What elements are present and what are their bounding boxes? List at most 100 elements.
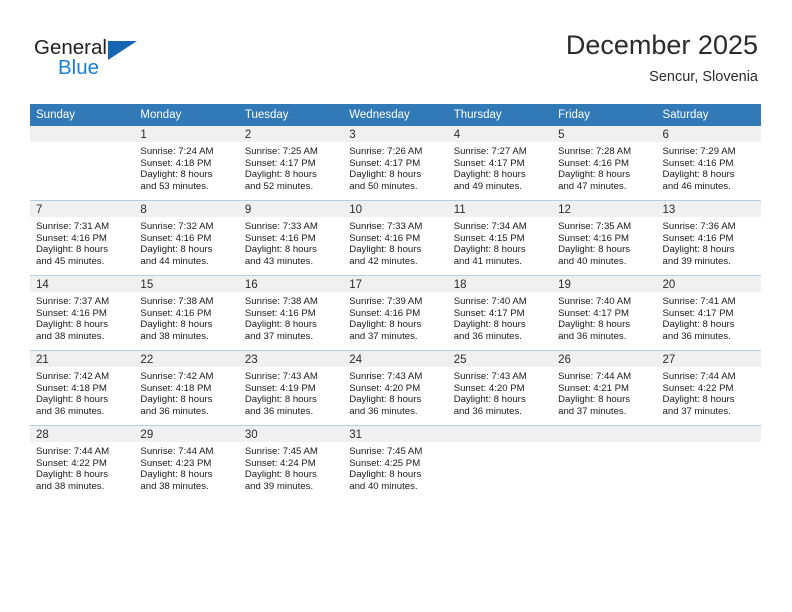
day-number	[552, 426, 657, 442]
calendar-day-cell[interactable]: 28 Sunrise: 7:44 AM Sunset: 4:22 PM Dayligh…	[30, 425, 135, 500]
sunrise-text: Sunrise: 7:34 AM	[453, 221, 527, 232]
calendar-day-cell[interactable]: 27 Sunrise: 7:44 AM Sunset: 4:22 PM Dayligh…	[656, 350, 761, 426]
calendar-day-cell[interactable]: 17 Sunrise: 7:39 AM Sunset: 4:16 PM Dayligh…	[343, 275, 448, 351]
daylight-text-line2: and 36 minutes.	[662, 330, 731, 342]
daylight-text-line2: and 50 minutes.	[349, 180, 418, 192]
sun-times: Sunrise: 7:44 AM Sunset: 4:21 PM Daylight:…	[552, 367, 656, 417]
sunrise-text: Sunrise: 7:31 AM	[36, 221, 110, 232]
sunset-text: Sunset: 4:16 PM	[244, 232, 316, 244]
calendar-table: Sunday Monday Tuesday Wednesday Thursday…	[30, 104, 761, 500]
calendar-day-cell[interactable]: 5 Sunrise: 7:28 AM Sunset: 4:16 PM Daylight…	[552, 126, 657, 201]
sun-times: Sunrise: 7:43 AM Sunset: 4:20 PM Daylight:…	[448, 367, 552, 417]
sunrise-text: Sunrise: 7:42 AM	[36, 371, 110, 382]
sunset-text: Sunset: 4:16 PM	[36, 307, 107, 319]
day-number: 16	[238, 276, 344, 292]
day-number: 12	[552, 201, 657, 217]
calendar-day-cell[interactable]: 26 Sunrise: 7:44 AM Sunset: 4:21 PM Dayligh…	[552, 350, 657, 426]
calendar-body: 1 Sunrise: 7:24 AM Sunset: 4:18 PM Daylight…	[30, 126, 761, 500]
sunrise-text: Sunrise: 7:44 AM	[36, 446, 110, 457]
calendar-day-cell[interactable]: 12 Sunrise: 7:35 AM Sunset: 4:16 PM Dayligh…	[552, 200, 657, 276]
daylight-text-line1: Daylight: 8 hours	[662, 169, 735, 181]
sun-times: Sunrise: 7:38 AM Sunset: 4:16 PM Daylight:…	[239, 292, 343, 342]
sun-times: Sunrise: 7:24 AM Sunset: 4:18 PM Daylight:…	[134, 142, 238, 192]
page-title: December 2025	[565, 30, 758, 60]
calendar-day-cell[interactable]: 23 Sunrise: 7:43 AM Sunset: 4:19 PM Dayligh…	[238, 350, 344, 426]
sunset-text: Sunset: 4:18 PM	[140, 382, 212, 394]
calendar-day-cell[interactable]: 18 Sunrise: 7:40 AM Sunset: 4:17 PM Dayligh…	[447, 275, 553, 351]
daylight-text-line2: and 36 minutes.	[349, 405, 418, 417]
sunrise-text: Sunrise: 7:33 AM	[349, 221, 423, 232]
daylight-text-line2: and 45 minutes.	[36, 255, 105, 267]
daylight-text-line2: and 46 minutes.	[662, 180, 731, 192]
day-number: 24	[343, 351, 448, 367]
calendar-day-cell[interactable]: 15 Sunrise: 7:38 AM Sunset: 4:16 PM Dayligh…	[134, 275, 239, 351]
calendar-day-cell[interactable]: 25 Sunrise: 7:43 AM Sunset: 4:20 PM Dayligh…	[447, 350, 553, 426]
daylight-text-line2: and 36 minutes.	[244, 405, 314, 417]
sunrise-text: Sunrise: 7:32 AM	[140, 221, 214, 232]
day-number: 11	[447, 201, 553, 217]
calendar-day-cell[interactable]: 14 Sunrise: 7:37 AM Sunset: 4:16 PM Dayligh…	[30, 275, 135, 351]
day-number: 26	[552, 351, 657, 367]
calendar-day-cell[interactable]: 8 Sunrise: 7:32 AM Sunset: 4:16 PM Daylight…	[134, 200, 239, 276]
calendar-day-cell[interactable]: 20 Sunrise: 7:41 AM Sunset: 4:17 PM Dayligh…	[656, 275, 761, 351]
calendar-day-cell[interactable]: 29 Sunrise: 7:44 AM Sunset: 4:23 PM Dayligh…	[134, 425, 239, 500]
general-blue-logo: General Blue	[34, 36, 214, 88]
daylight-text-line1: Daylight: 8 hours	[36, 244, 108, 256]
daylight-text-line2: and 53 minutes.	[140, 180, 209, 192]
day-number: 13	[656, 201, 761, 217]
calendar-day-cell[interactable]: 24 Sunrise: 7:43 AM Sunset: 4:20 PM Dayligh…	[343, 350, 448, 426]
sun-times: Sunrise: 7:42 AM Sunset: 4:18 PM Daylight:…	[134, 367, 238, 417]
calendar-day-cell[interactable]: 21 Sunrise: 7:42 AM Sunset: 4:18 PM Dayligh…	[30, 350, 135, 426]
daylight-text-line1: Daylight: 8 hours	[453, 244, 526, 256]
weekday-header-friday: Friday	[552, 104, 657, 126]
calendar-week-row: 21 Sunrise: 7:42 AM Sunset: 4:18 PM Dayligh…	[30, 350, 761, 426]
calendar-day-cell[interactable]: 1 Sunrise: 7:24 AM Sunset: 4:18 PM Daylight…	[134, 126, 239, 201]
sunset-text: Sunset: 4:16 PM	[140, 307, 212, 319]
day-number: 3	[343, 126, 448, 142]
daylight-text-line2: and 36 minutes.	[36, 405, 105, 417]
daylight-text-line1: Daylight: 8 hours	[662, 394, 735, 406]
sunset-text: Sunset: 4:24 PM	[244, 457, 316, 469]
calendar-day-cell[interactable]: 4 Sunrise: 7:27 AM Sunset: 4:17 PM Daylight…	[447, 126, 553, 201]
calendar-page: General Blue December 2025 Sencur, Slove…	[0, 0, 792, 612]
sunrise-text: Sunrise: 7:40 AM	[558, 296, 632, 307]
calendar-day-cell[interactable]: 2 Sunrise: 7:25 AM Sunset: 4:17 PM Daylight…	[238, 126, 344, 201]
calendar-day-cell[interactable]: 22 Sunrise: 7:42 AM Sunset: 4:18 PM Dayligh…	[134, 350, 239, 426]
sun-times: Sunrise: 7:26 AM Sunset: 4:17 PM Daylight:…	[343, 142, 447, 192]
sunrise-text: Sunrise: 7:29 AM	[662, 146, 736, 157]
calendar-day-cell[interactable]: 9 Sunrise: 7:33 AM Sunset: 4:16 PM Daylight…	[238, 200, 344, 276]
day-number	[656, 426, 761, 442]
sunset-text: Sunset: 4:20 PM	[349, 382, 421, 394]
sunrise-text: Sunrise: 7:44 AM	[558, 371, 632, 382]
calendar-day-cell[interactable]: 10 Sunrise: 7:33 AM Sunset: 4:16 PM Dayligh…	[343, 200, 448, 276]
calendar-day-cell[interactable]: 30 Sunrise: 7:45 AM Sunset: 4:24 PM Dayligh…	[238, 425, 344, 500]
calendar-day-cell[interactable]: 13 Sunrise: 7:36 AM Sunset: 4:16 PM Dayligh…	[656, 200, 761, 276]
calendar-day-cell[interactable]: 7 Sunrise: 7:31 AM Sunset: 4:16 PM Daylight…	[30, 200, 135, 276]
sun-times: Sunrise: 7:31 AM Sunset: 4:16 PM Daylight:…	[30, 217, 134, 267]
sunset-text: Sunset: 4:16 PM	[558, 232, 630, 244]
weekday-header-tuesday: Tuesday	[238, 104, 344, 126]
daylight-text-line1: Daylight: 8 hours	[140, 469, 213, 481]
calendar-day-cell-empty	[30, 126, 135, 201]
sunset-text: Sunset: 4:15 PM	[453, 232, 525, 244]
sun-times: Sunrise: 7:33 AM Sunset: 4:16 PM Daylight:…	[239, 217, 343, 267]
sun-times: Sunrise: 7:42 AM Sunset: 4:18 PM Daylight:…	[30, 367, 134, 417]
daylight-text-line1: Daylight: 8 hours	[349, 469, 422, 481]
day-number	[30, 126, 135, 142]
calendar-day-cell[interactable]: 19 Sunrise: 7:40 AM Sunset: 4:17 PM Dayligh…	[552, 275, 657, 351]
weekday-header-saturday: Saturday	[656, 104, 761, 126]
daylight-text-line1: Daylight: 8 hours	[349, 244, 422, 256]
sunset-text: Sunset: 4:16 PM	[349, 232, 421, 244]
calendar-day-cell[interactable]: 11 Sunrise: 7:34 AM Sunset: 4:15 PM Dayligh…	[447, 200, 553, 276]
calendar-day-cell[interactable]: 31 Sunrise: 7:45 AM Sunset: 4:25 PM Dayligh…	[343, 425, 448, 500]
day-number: 28	[30, 426, 135, 442]
calendar-day-cell[interactable]: 3 Sunrise: 7:26 AM Sunset: 4:17 PM Daylight…	[343, 126, 448, 201]
calendar-day-cell[interactable]: 6 Sunrise: 7:29 AM Sunset: 4:16 PM Daylight…	[656, 126, 761, 201]
day-number: 7	[30, 201, 135, 217]
day-number: 21	[30, 351, 135, 367]
day-number: 20	[656, 276, 761, 292]
calendar-day-cell[interactable]: 16 Sunrise: 7:38 AM Sunset: 4:16 PM Dayligh…	[238, 275, 344, 351]
sunset-text: Sunset: 4:18 PM	[36, 382, 107, 394]
daylight-text-line2: and 37 minutes.	[662, 405, 731, 417]
sunrise-text: Sunrise: 7:24 AM	[140, 146, 214, 157]
